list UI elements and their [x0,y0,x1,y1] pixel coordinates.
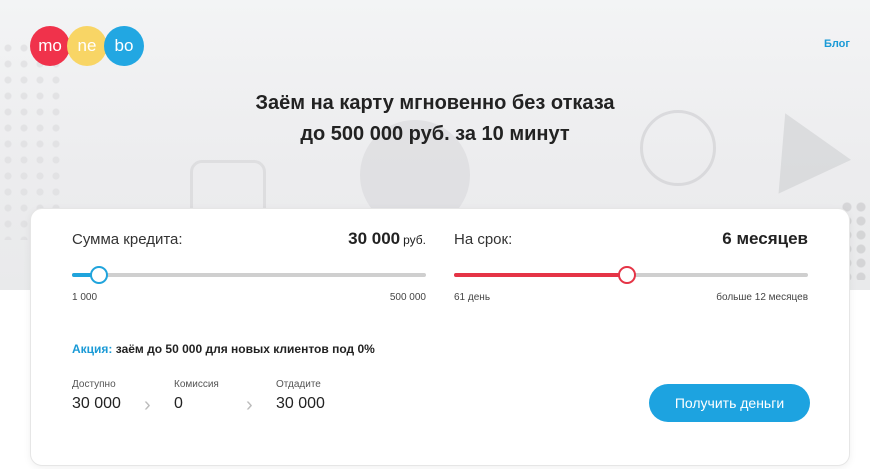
logo-part-ne: ne [67,26,107,66]
term-slider-block: На срок: 6 месяцев 61 день больше 12 мес… [454,229,808,303]
summary-repay: Отдадите 30 000 [276,379,348,413]
amount-unit: руб. [403,233,426,247]
page-title-line-2: до 500 000 руб. за 10 минут [300,123,570,145]
promo-text: Акция: заём до 50 000 для новых клиентов… [72,342,375,356]
amount-slider-thumb[interactable] [89,266,108,284]
blog-link[interactable]: Блог [824,38,850,50]
term-label: На срок: [454,231,513,248]
logo-part-mo: mo [30,26,70,66]
summary-commission-value: 0 [174,395,183,412]
promo-description: заём до 50 000 для новых клиентов под 0% [112,342,375,356]
term-slider-fill [454,273,628,277]
amount-slider-track[interactable] [72,266,426,284]
get-money-button[interactable]: Получить деньги [649,384,810,422]
amount-slider-block: Сумма кредита: 30 000 руб. 1 000 500 000 [72,229,426,303]
term-slider-track[interactable] [454,266,808,284]
summary-available: Доступно 30 000 [72,379,144,413]
logo[interactable]: mo ne bo [30,26,144,66]
chevron-right-icon: › [246,393,253,416]
amount-max-label: 500 000 [389,292,426,303]
summary-commission-label: Комиссия [174,379,219,390]
summary-commission: Комиссия 0 [174,379,246,413]
term-slider-thumb[interactable] [618,266,637,284]
summary-available-value: 30 000 [72,395,121,412]
term-max-label: больше 12 месяцев [716,292,808,303]
amount-number: 30 000 [348,229,401,248]
page-title-line-1: Заём на карту мгновенно без отказа [255,92,615,114]
amount-label: Сумма кредита: [72,231,183,248]
term-min-label: 61 день [454,292,491,303]
chevron-right-icon: › [144,393,151,416]
page-title: Заём на карту мгновенно без отказа до 50… [0,88,870,150]
promo-key: Акция: [72,342,113,356]
term-value: 6 месяцев [722,229,808,248]
amount-min-label: 1 000 [72,292,98,303]
summary-repay-label: Отдадите [276,379,321,390]
summary-available-label: Доступно [72,379,116,390]
summary-repay-value: 30 000 [276,395,325,412]
loan-calculator-card: Сумма кредита: 30 000 руб. 1 000 500 000 … [30,208,850,466]
amount-value: 30 000 руб. [348,229,426,249]
loan-summary: Доступно 30 000 › Комиссия 0 › Отдадите … [72,379,348,425]
logo-part-bo: bo [104,26,144,66]
